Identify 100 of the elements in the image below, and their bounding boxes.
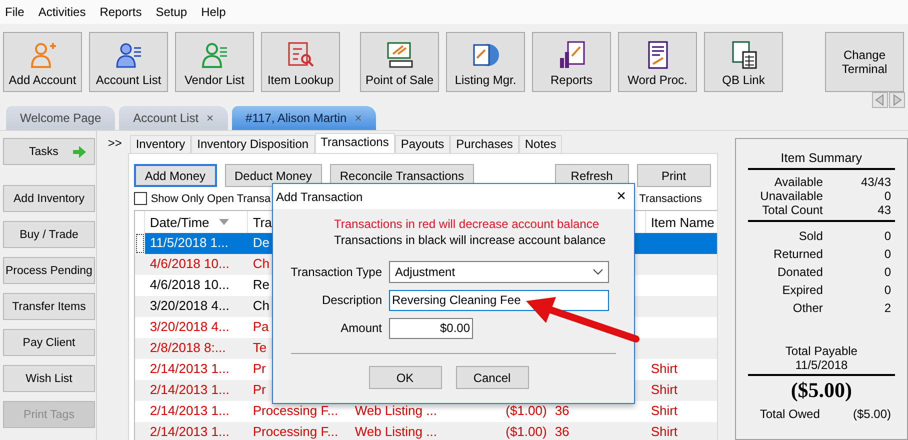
tasks-button[interactable]: Tasks bbox=[3, 138, 95, 165]
toolbar-button[interactable]: Point of Sale bbox=[360, 32, 439, 92]
checkbox[interactable] bbox=[134, 192, 147, 205]
expand-button[interactable]: >> bbox=[106, 136, 130, 153]
table-row[interactable]: 2/14/2013 1... Processing F... Web Listing ... ($1.00) 36 Shirt bbox=[134, 422, 717, 440]
summary-value: ($5.00) bbox=[852, 407, 891, 421]
menu-item[interactable]: Setup bbox=[156, 5, 188, 19]
tab-label: #117, Alison Martin bbox=[246, 111, 347, 125]
action-button[interactable]: Add Money bbox=[134, 164, 217, 187]
toolbar-button[interactable]: QB Link bbox=[704, 32, 783, 92]
total-amount: ($5.00) bbox=[790, 377, 854, 404]
sidebar-button[interactable]: Pay Client bbox=[3, 329, 95, 356]
summary-label: Expired bbox=[781, 283, 823, 297]
checkbox-label: Show Only Open Transa bbox=[150, 192, 271, 204]
table-cell: 2/14/2013 1... bbox=[150, 362, 230, 375]
toolbar-button[interactable]: Item Lookup bbox=[261, 32, 340, 92]
field-label: Transaction Type bbox=[290, 265, 383, 279]
table-cell: Shirt bbox=[650, 425, 678, 438]
table-cell: 4/6/2018 10... bbox=[150, 278, 230, 291]
menu-item[interactable]: Reports bbox=[100, 5, 142, 19]
sidebar-button[interactable]: Buy / Trade bbox=[3, 221, 95, 248]
summary-value: 43 bbox=[876, 203, 892, 217]
dialog-title: Add Transaction bbox=[276, 190, 363, 204]
toolbar-button[interactable]: Reports bbox=[532, 32, 611, 92]
table-cell: ($1.00) bbox=[506, 425, 547, 438]
table-cell: Web Listing ... bbox=[354, 404, 437, 417]
table-cell: Shirt bbox=[650, 383, 678, 396]
summary-value: 0 bbox=[883, 265, 892, 279]
tab[interactable]: Inventory Disposition bbox=[191, 135, 315, 153]
action-button[interactable]: Deduct Money bbox=[224, 164, 322, 187]
summary-label: Total Count bbox=[761, 203, 823, 217]
sidebar-button[interactable]: Process Pending bbox=[3, 257, 95, 284]
sidebar-button[interactable]: Wish List bbox=[3, 365, 95, 392]
table-cell: Web Listing ... bbox=[354, 425, 437, 438]
action-button[interactable]: Print bbox=[636, 164, 711, 187]
dialog-button[interactable]: OK bbox=[368, 366, 442, 389]
summary-title: Item Summary bbox=[748, 139, 895, 170]
sidebar-button[interactable]: Transfer Items bbox=[3, 293, 95, 320]
tab-label: Welcome Page bbox=[20, 111, 102, 125]
column-header[interactable]: Item Name bbox=[650, 214, 714, 230]
change-terminal-button[interactable]: Change Terminal bbox=[825, 32, 904, 92]
table-cell: 36 bbox=[554, 425, 570, 438]
tab-label: Account List bbox=[133, 111, 199, 125]
toolbar-button[interactable]: Vendor List bbox=[175, 32, 254, 92]
summary-label: Donated bbox=[776, 265, 823, 279]
summary-label: Other bbox=[792, 301, 823, 315]
summary-label: Available bbox=[773, 175, 823, 189]
summary-label: Returned bbox=[772, 247, 823, 261]
table-cell: Processing F... bbox=[252, 404, 338, 417]
arrow-icon bbox=[73, 146, 86, 158]
summary-label: Total Payable bbox=[785, 344, 858, 358]
amount-field[interactable]: $0.00 bbox=[389, 318, 473, 338]
checkbox-label: Transactions bbox=[639, 192, 702, 204]
summary-value: 0 bbox=[883, 283, 892, 297]
toolbar-button[interactable]: Listing Mgr. bbox=[446, 32, 525, 92]
close-icon[interactable]: × bbox=[206, 111, 214, 125]
sidebar-button[interactable]: Add Inventory bbox=[3, 185, 95, 212]
table-cell: Ch bbox=[252, 299, 270, 312]
toolbar-button[interactable]: Account List bbox=[89, 32, 168, 92]
field-label: Description bbox=[320, 293, 383, 307]
toolbar-button[interactable]: Add Account bbox=[3, 32, 82, 92]
table-cell: 3/20/2018 4... bbox=[150, 320, 230, 333]
tab[interactable]: Welcome Page bbox=[6, 106, 116, 130]
description-field[interactable]: Reversing Cleaning Fee bbox=[389, 290, 609, 310]
table-cell: 2/14/2013 1... bbox=[150, 404, 230, 417]
table-cell: Processing F... bbox=[252, 425, 338, 438]
type-dropdown[interactable]: Adjustment bbox=[389, 261, 609, 283]
close-icon[interactable]: × bbox=[616, 188, 626, 206]
summary-value: 43/43 bbox=[860, 175, 892, 189]
tab[interactable]: Account List × bbox=[119, 106, 228, 130]
summary-value: 0 bbox=[883, 189, 892, 203]
tab[interactable]: Inventory bbox=[130, 135, 192, 153]
table-cell: Ch bbox=[252, 257, 270, 270]
summary-value: 0 bbox=[883, 247, 892, 261]
summary-value: 0 bbox=[883, 229, 892, 243]
note-text: Transactions in red will decrease account balance bbox=[333, 217, 600, 233]
summary-label: Unavailable bbox=[759, 189, 823, 203]
column-header[interactable]: Date/Time bbox=[150, 214, 210, 230]
toolbar-button[interactable]: Word Proc. bbox=[618, 32, 697, 92]
register-icon bbox=[384, 40, 414, 70]
table-cell: Re bbox=[252, 278, 270, 291]
column-header[interactable]: Tra bbox=[252, 214, 272, 230]
summary-label: Total Owed bbox=[760, 407, 820, 421]
tab[interactable]: Transactions bbox=[314, 133, 395, 153]
field-label: Amount bbox=[340, 321, 383, 335]
table-cell: Shirt bbox=[650, 404, 678, 417]
dialog-button[interactable]: Cancel bbox=[456, 366, 528, 389]
chevron-icon bbox=[593, 269, 603, 275]
tab[interactable]: #117, Alison Martin × bbox=[232, 106, 376, 130]
table-cell: ($1.00) bbox=[506, 404, 547, 417]
table-cell: 2/14/2013 1... bbox=[150, 383, 230, 396]
menu-item[interactable]: Activities bbox=[38, 5, 86, 19]
tab[interactable]: Notes bbox=[518, 135, 562, 153]
person-list-icon bbox=[200, 40, 230, 70]
menu-item[interactable]: Help bbox=[201, 5, 226, 19]
tab[interactable]: Payouts bbox=[394, 135, 450, 153]
table-cell: 36 bbox=[554, 404, 570, 417]
note-text: Transactions in black will increase account balance bbox=[333, 233, 607, 249]
menu-item[interactable]: File bbox=[5, 5, 24, 19]
tab[interactable]: Purchases bbox=[450, 135, 519, 153]
